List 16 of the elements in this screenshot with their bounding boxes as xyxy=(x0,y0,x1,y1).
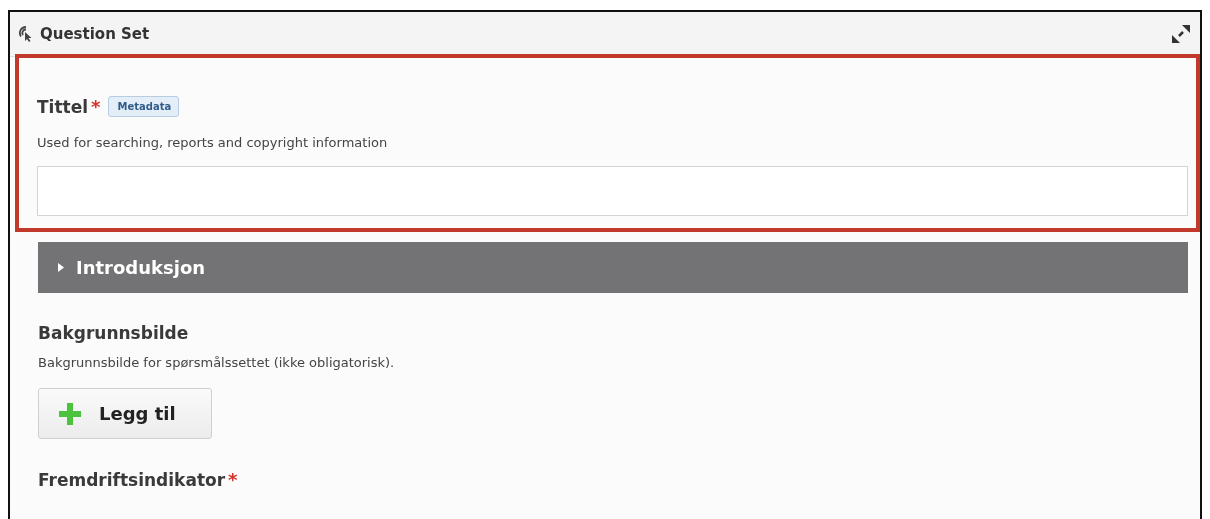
field-description: Bakgrunnsbilde for spørsmålssettet (ikke obligatorisk). xyxy=(38,355,396,370)
plus-icon xyxy=(59,402,81,425)
field-description: Used for searching, reports and copyright information xyxy=(37,135,389,150)
section-header[interactable]: Introduksjon xyxy=(38,242,1188,293)
field-label: Fremdriftsindikator xyxy=(38,469,226,490)
expand-icon[interactable] xyxy=(1170,23,1192,45)
metadata-tag: Metadata xyxy=(108,96,180,117)
field-label: Bakgrunnsbilde xyxy=(38,323,190,343)
required-mark: * xyxy=(228,469,238,490)
add-button[interactable]: Legg til xyxy=(38,388,212,439)
field-label: Tittel xyxy=(37,96,89,117)
required-mark: * xyxy=(91,96,101,117)
caret-right-icon xyxy=(58,263,64,272)
title-input[interactable] xyxy=(37,166,1188,216)
pointer-icon xyxy=(18,26,34,42)
panel-title: Question Set xyxy=(40,25,150,43)
